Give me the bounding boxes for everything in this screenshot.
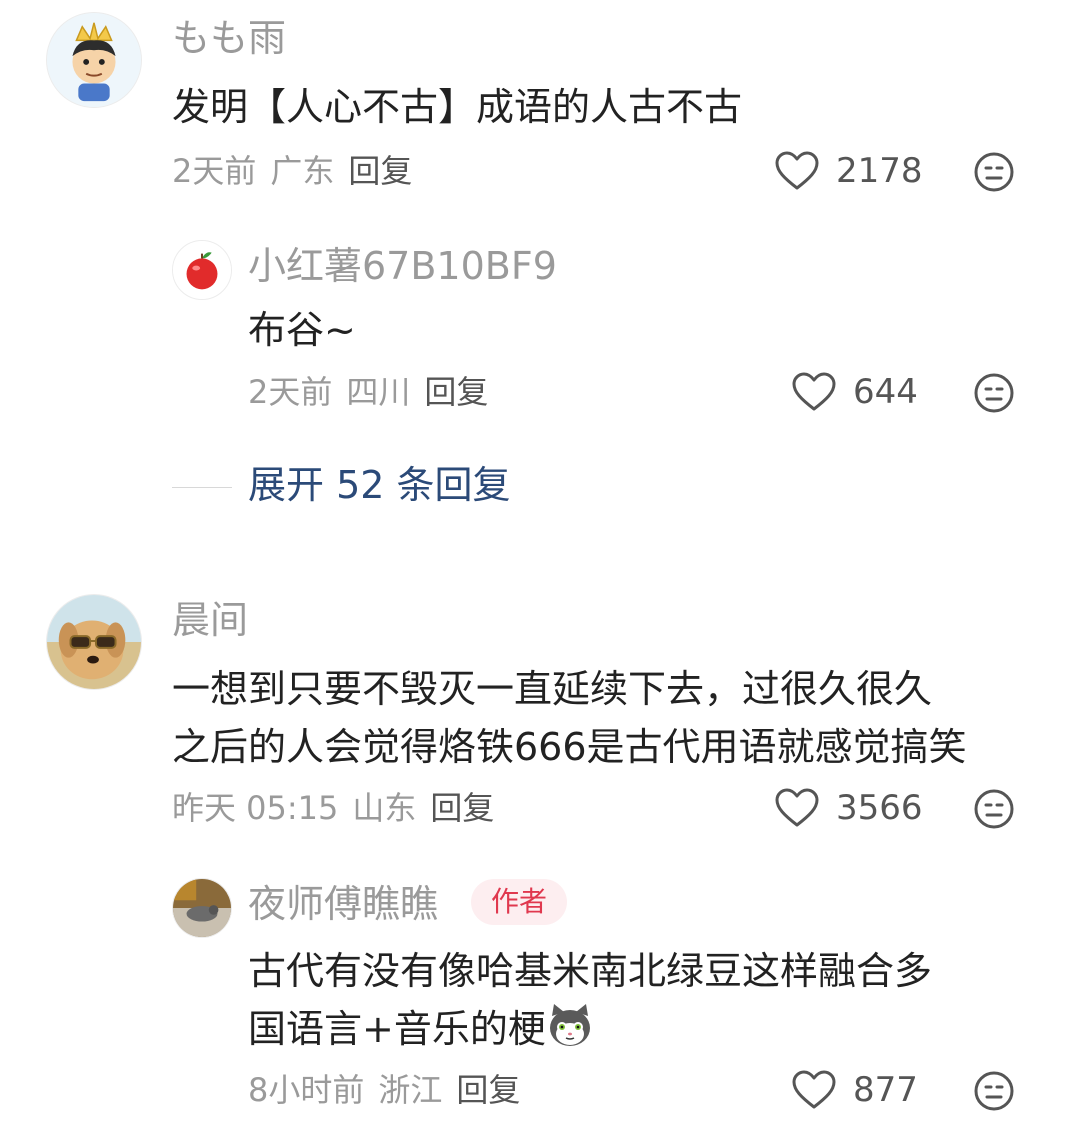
user-avatar[interactable]: [46, 12, 142, 108]
comment-text: 古代有没有像哈基米南北绿豆这样融合多 国语言+音乐的梗: [248, 942, 932, 1058]
comment-meta: 2天前 四川 回复: [248, 376, 502, 408]
comment-text: 一想到只要不毁灭一直延续下去，过很久很久 之后的人会觉得烙铁666是古代用语就感…: [172, 660, 967, 776]
expand-replies-button[interactable]: 展开 52 条回复: [248, 466, 511, 504]
dog-with-sunglasses-avatar-icon: [47, 595, 141, 689]
username[interactable]: 晨间: [172, 601, 248, 639]
comment-meta: 8小时前 浙江 回复: [248, 1074, 534, 1106]
unamused-face-icon: [974, 373, 1014, 413]
heart-outline-icon: [792, 372, 836, 411]
comment-location: 浙江: [378, 1071, 443, 1109]
heart-outline-icon: [775, 788, 819, 827]
like-button[interactable]: 2178: [774, 150, 923, 192]
comment-time: 昨天 05:15: [172, 789, 339, 827]
like-count: 3566: [836, 788, 923, 828]
like-button[interactable]: 3566: [774, 787, 923, 829]
dislike-button[interactable]: [973, 1070, 1015, 1112]
unamused-face-icon: [974, 152, 1014, 192]
user-avatar[interactable]: [172, 240, 232, 300]
dislike-button[interactable]: [973, 151, 1015, 193]
username[interactable]: 夜师傅瞧瞧: [248, 885, 438, 923]
gray-cat-emoji-icon: [549, 1004, 590, 1046]
reply-button[interactable]: 回复: [430, 789, 494, 827]
heart-outline-icon: [792, 1070, 836, 1109]
like-count: 2178: [836, 151, 923, 191]
comment-line: 发明【人心不古】成语的人古不古: [172, 85, 743, 129]
expand-divider: [172, 487, 232, 488]
comment-time: 8小时前: [248, 1071, 365, 1109]
crowned-boy-avatar-icon: [47, 13, 141, 107]
reply-button[interactable]: 回复: [424, 373, 488, 411]
username[interactable]: 小红薯67B10BF9: [248, 247, 557, 285]
comment-line-with-emoji: 国语言+音乐的梗: [248, 1000, 932, 1058]
like-count: 877: [853, 1070, 918, 1110]
comment-line: 古代有没有像哈基米南北绿豆这样融合多: [248, 949, 933, 993]
dislike-button[interactable]: [973, 788, 1015, 830]
comment-location: 广东: [270, 152, 335, 190]
comment-meta: 2天前 广东 回复: [172, 155, 426, 187]
comment-location: 山东: [352, 789, 417, 827]
comment-line: 一想到只要不毁灭一直延续下去，过很久很久: [172, 667, 933, 711]
comment-line: 国语言+音乐的梗: [248, 1007, 546, 1051]
dislike-button[interactable]: [973, 372, 1015, 414]
heart-outline-icon: [775, 151, 819, 190]
comment-meta: 昨天 05:15 山东 回复: [172, 792, 508, 824]
comment-text: 发明【人心不古】成语的人古不古: [172, 78, 742, 136]
username[interactable]: もも雨: [172, 19, 286, 57]
reply-button[interactable]: 回复: [348, 152, 412, 190]
user-avatar[interactable]: [172, 878, 232, 938]
like-count: 644: [853, 372, 918, 412]
unamused-face-icon: [974, 789, 1014, 829]
user-avatar[interactable]: [46, 594, 142, 690]
comment-line: 之后的人会觉得烙铁666是古代用语就感觉搞笑: [172, 725, 967, 769]
author-badge: 作者: [471, 879, 568, 925]
like-button[interactable]: 877: [791, 1069, 918, 1111]
comment-location: 四川: [346, 373, 411, 411]
bird-photo-avatar-icon: [173, 879, 231, 937]
unamused-face-icon: [974, 1071, 1014, 1111]
comment-time: 2天前: [172, 152, 257, 190]
reply-button[interactable]: 回复: [456, 1071, 520, 1109]
like-button[interactable]: 644: [791, 371, 918, 413]
comment-text: 布谷~: [248, 301, 356, 359]
comment-time: 2天前: [248, 373, 333, 411]
apple-avatar-icon: [173, 241, 231, 299]
comment-line: 布谷~: [248, 308, 356, 352]
